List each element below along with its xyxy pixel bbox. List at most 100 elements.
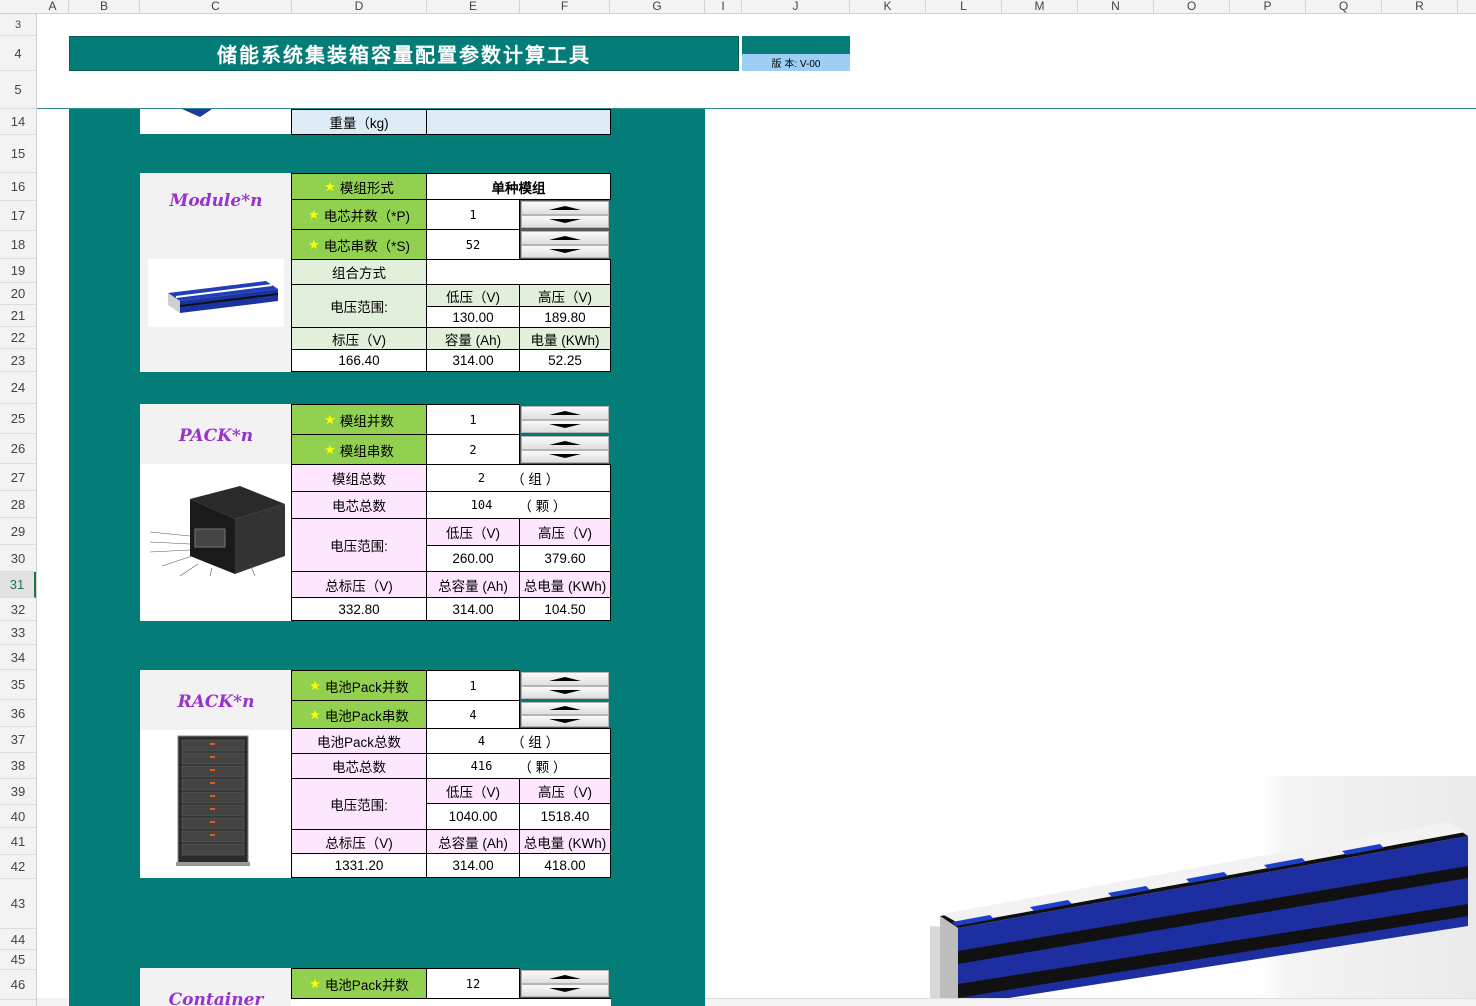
column-header-k[interactable]: K	[850, 0, 926, 14]
pack-low-value: 260.00	[426, 545, 520, 572]
row-header[interactable]: 41	[0, 828, 36, 855]
row-header[interactable]: 44	[0, 929, 36, 950]
column-header-a[interactable]: A	[37, 0, 69, 14]
stepper-down-button[interactable]	[521, 714, 609, 727]
row-header[interactable]: 16	[0, 173, 36, 201]
row-header[interactable]: 32	[0, 598, 36, 621]
column-header-n[interactable]: N	[1078, 0, 1154, 14]
row-header[interactable]: 14	[0, 109, 36, 135]
column-header-o[interactable]: O	[1154, 0, 1230, 14]
stepper-down-button[interactable]	[521, 449, 609, 463]
pack-parallel-stepper[interactable]	[520, 405, 610, 434]
rack-section-label: RACK*n	[177, 692, 255, 712]
column-header-g[interactable]: G	[610, 0, 705, 14]
row-header[interactable]: 40	[0, 805, 36, 828]
row-header[interactable]: 20	[0, 283, 36, 305]
rack-parallel-stepper[interactable]	[520, 671, 610, 700]
triangle-up-icon	[549, 440, 581, 445]
column-header-m[interactable]: M	[1002, 0, 1078, 14]
rack-total-packs-value: 4 （ 组 ）	[426, 728, 611, 754]
column-header-l[interactable]: L	[926, 0, 1002, 14]
module-high-value: 189.80	[519, 306, 611, 328]
row-header[interactable]: 42	[0, 855, 36, 879]
column-header-i[interactable]: I	[705, 0, 742, 14]
module-series-label-text: 电芯串数（*S)	[323, 238, 410, 254]
floating-module-image[interactable]	[920, 776, 1476, 1006]
row-header[interactable]: 26	[0, 434, 36, 464]
stepper-down-button[interactable]	[521, 983, 609, 997]
stepper-up-button[interactable]	[521, 702, 609, 715]
module-form-value[interactable]: 单种模组	[426, 173, 611, 200]
pack-parallel-value[interactable]: 1	[426, 404, 520, 435]
module-series-value[interactable]: 52	[426, 229, 520, 260]
column-header-j[interactable]: J	[742, 0, 850, 14]
stepper-down-button[interactable]	[521, 419, 609, 433]
row-header[interactable]: 46	[0, 970, 36, 1000]
module-parallel-value[interactable]: 1	[426, 199, 520, 230]
row-header[interactable]: 35	[0, 670, 36, 700]
row-header[interactable]: 17	[0, 201, 36, 231]
stepper-up-button[interactable]	[521, 406, 609, 420]
column-header-b[interactable]: B	[69, 0, 140, 14]
column-header-q[interactable]: Q	[1306, 0, 1382, 14]
rack-low-value: 1040.00	[426, 803, 520, 830]
row-header[interactable]: 21	[0, 305, 36, 327]
stepper-down-button[interactable]	[521, 214, 609, 228]
stepper-up-button[interactable]	[521, 970, 609, 984]
row-header[interactable]: 29	[0, 518, 36, 545]
row-header[interactable]: 4	[0, 36, 36, 71]
row-header[interactable]: 45	[0, 950, 36, 970]
module-combo-value[interactable]	[426, 259, 611, 285]
column-header-p[interactable]: P	[1230, 0, 1306, 14]
rack-parallel-value[interactable]: 1	[426, 670, 520, 701]
pack-series-value[interactable]: 2	[426, 434, 520, 465]
column-header-f[interactable]: F	[520, 0, 610, 14]
pack-series-stepper[interactable]	[520, 435, 610, 464]
row-header[interactable]: 3	[0, 14, 36, 36]
row-header[interactable]: 5	[0, 71, 36, 109]
row-header[interactable]: 15	[0, 135, 36, 173]
container-parallel-value[interactable]: 12	[426, 968, 520, 999]
weight-value[interactable]	[426, 109, 611, 135]
row-header[interactable]: 23	[0, 349, 36, 372]
column-header-r[interactable]: R	[1382, 0, 1458, 14]
pack-energy-value: 104.50	[519, 597, 611, 621]
row-header[interactable]: 36	[0, 700, 36, 727]
row-header[interactable]: 28	[0, 491, 36, 518]
row-header[interactable]: 37	[0, 727, 36, 753]
stepper-up-button[interactable]	[521, 436, 609, 450]
row-header[interactable]: 39	[0, 779, 36, 805]
row-header[interactable]: 27	[0, 464, 36, 491]
row-header[interactable]: 34	[0, 645, 36, 670]
row-header[interactable]: 30	[0, 545, 36, 572]
rack-series-value[interactable]: 4	[426, 700, 520, 729]
row-header[interactable]: 19	[0, 259, 36, 283]
battery-cell-icon	[182, 109, 212, 117]
stepper-up-button[interactable]	[521, 231, 609, 245]
rack-series-stepper[interactable]	[520, 701, 610, 728]
row-header-selected[interactable]: 31	[0, 572, 36, 598]
row-header[interactable]: 22	[0, 327, 36, 349]
rack-series-label-text: 电池Pack串数	[324, 708, 409, 724]
triangle-up-icon	[549, 676, 581, 681]
row-header[interactable]: 43	[0, 879, 36, 929]
column-header-d[interactable]: D	[292, 0, 427, 14]
module-series-stepper[interactable]	[520, 230, 610, 259]
module-parallel-stepper[interactable]	[520, 200, 610, 229]
pack-nominal-label: 总标压（V)	[291, 571, 427, 598]
stepper-up-button[interactable]	[521, 201, 609, 215]
stepper-up-button[interactable]	[521, 672, 609, 686]
column-header-c[interactable]: C	[140, 0, 292, 14]
row-header[interactable]: 18	[0, 231, 36, 259]
row-header[interactable]: 38	[0, 753, 36, 779]
horizontal-scrollbar-area[interactable]	[705, 998, 1476, 1006]
stepper-down-button[interactable]	[521, 685, 609, 699]
container-parallel-label-text: 电池Pack并数	[324, 977, 409, 993]
row-header[interactable]: 25	[0, 404, 36, 434]
column-header-e[interactable]: E	[427, 0, 520, 14]
pack-total-cells-unit: （ 颗 ）	[518, 499, 567, 514]
row-header[interactable]: 24	[0, 372, 36, 404]
container-parallel-stepper[interactable]	[520, 969, 610, 998]
stepper-down-button[interactable]	[521, 244, 609, 258]
row-header[interactable]: 33	[0, 621, 36, 645]
